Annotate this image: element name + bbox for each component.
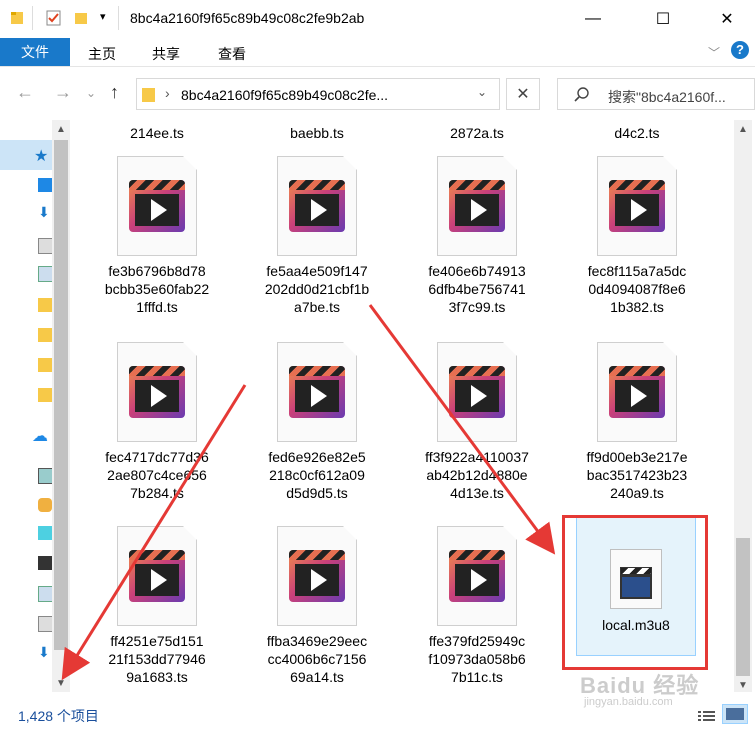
large-icons-view-icon[interactable] — [721, 704, 748, 724]
highlight-box-m3u8 — [562, 515, 708, 670]
file-name: ffba3469e29eec cc4006b6c7156 69a14.ts — [266, 633, 368, 685]
video-file-icon — [597, 341, 678, 442]
file-name: ff4251e75d151 21f153dd77946 9a1683.ts — [108, 633, 206, 685]
file-name: baebb.ts — [290, 125, 344, 141]
file-name: fec4717dc77d36 2ae807c4ce656 7b284.ts — [105, 449, 209, 501]
file-item[interactable]: ffba3469e29eec cc4006b6c7156 69a14.ts — [238, 525, 396, 686]
up-icon[interactable]: ↑ — [110, 82, 119, 103]
content-scrollbar-thumb[interactable] — [736, 538, 750, 676]
quick-access-dropdown-icon[interactable]: ▾ — [100, 10, 106, 23]
file-name: 2872a.ts — [450, 125, 504, 141]
video-file-icon — [117, 525, 198, 626]
desktop-icon[interactable] — [38, 178, 52, 192]
file-item[interactable]: baebb.ts — [238, 124, 396, 142]
file-item[interactable]: 2872a.ts — [398, 124, 556, 142]
file-name: fe3b6796b8d78 bcbb35e60fab22 1fffd.ts — [104, 263, 210, 315]
address-row: ← → ⌄ ↑ › 8bc4a2160f9f65c89b49c08c2fe...… — [0, 74, 755, 114]
clear-address-button[interactable]: ✕ — [506, 78, 540, 110]
nav-scrollbar-thumb[interactable] — [54, 140, 68, 650]
details-view-icon[interactable] — [696, 708, 718, 724]
file-name: ffe379fd25949c f10973da058b6 7b11c.ts — [428, 633, 526, 685]
close-icon: ✕ — [516, 86, 530, 103]
back-icon[interactable]: ← — [16, 82, 34, 103]
file-item[interactable]: fec4717dc77d36 2ae807c4ce656 7b284.ts — [78, 341, 236, 502]
file-item[interactable]: ff3f922a4110037 ab42b12d4880e 4d13e.ts — [398, 341, 556, 502]
help-icon[interactable]: ? — [731, 41, 749, 59]
title-bar: ▾ 8bc4a2160f9f65c89b49c08c2fe9b2ab — ☐ ✕ — [0, 0, 755, 38]
film-icon[interactable] — [38, 556, 52, 570]
search-placeholder: 搜索"8bc4a2160f... — [608, 89, 726, 105]
file-name: fed6e926e82e5 218c0cf612a09 d5d9d5.ts — [268, 449, 366, 501]
navigation-pane: ★ ⬇ ☁ ⬇ ▲ ▼ — [0, 120, 72, 692]
video-file-icon — [117, 341, 198, 442]
file-item[interactable]: ff9d00eb3e217e bac3517423b23 240a9.ts — [558, 341, 716, 502]
scroll-down-icon[interactable]: ▼ — [738, 680, 748, 691]
ribbon-tabs: 文件 主页 共享 查看 ﹀ ? — [0, 38, 755, 67]
file-name: fec8f115a7a5dc 0d4094087f8e6 1b382.ts — [587, 263, 687, 315]
3d-objects-icon[interactable] — [38, 498, 52, 512]
maximize-button[interactable]: ☐ — [640, 0, 686, 38]
address-path[interactable]: 8bc4a2160f9f65c89b49c08c2fe... — [181, 87, 388, 103]
scroll-up-icon[interactable]: ▲ — [56, 124, 66, 135]
file-item[interactable]: d4c2.ts — [558, 124, 716, 142]
video-file-icon — [437, 155, 518, 256]
file-item[interactable]: ff4251e75d151 21f153dd77946 9a1683.ts — [78, 525, 236, 686]
file-item[interactable]: fe3b6796b8d78 bcbb35e60fab22 1fffd.ts — [78, 155, 236, 316]
tab-file[interactable]: 文件 — [0, 38, 70, 66]
folder-icon[interactable] — [38, 298, 52, 312]
folder-icon[interactable] — [38, 388, 52, 402]
file-item[interactable]: ffe379fd25949c f10973da058b6 7b11c.ts — [398, 525, 556, 686]
downloads-icon[interactable]: ⬇ — [38, 644, 50, 661]
quick-access-star-icon[interactable]: ★ — [34, 146, 48, 166]
properties-icon[interactable] — [46, 10, 62, 26]
watermark-url: jingyan.baidu.com — [584, 696, 673, 708]
folder-icon[interactable] — [38, 358, 52, 372]
expand-ribbon-icon[interactable]: ﹀ — [708, 44, 720, 61]
search-icon — [574, 87, 589, 102]
file-name: fe5aa4e509f147 202dd0d21cbf1b a7be.ts — [264, 263, 370, 315]
breadcrumb-chevron-icon[interactable]: › — [165, 85, 170, 101]
file-item[interactable]: fed6e926e82e5 218c0cf612a09 d5d9d5.ts — [238, 341, 396, 502]
address-dropdown-icon[interactable]: ⌄ — [477, 85, 487, 99]
video-file-icon — [437, 525, 518, 626]
videos-icon[interactable] — [38, 526, 52, 540]
video-file-icon — [437, 341, 518, 442]
tab-view[interactable]: 查看 — [218, 44, 246, 64]
forward-icon[interactable]: → — [54, 82, 72, 103]
close-button[interactable]: ✕ — [704, 0, 750, 38]
minimize-button[interactable]: — — [570, 0, 616, 38]
address-bar[interactable]: › 8bc4a2160f9f65c89b49c08c2fe... ⌄ — [136, 78, 500, 110]
file-name: fe406e6b74913 6dfb4be756741 3f7c99.ts — [428, 263, 526, 315]
video-file-icon — [277, 525, 358, 626]
window-title: 8bc4a2160f9f65c89b49c08c2fe9b2ab — [130, 10, 365, 26]
video-file-icon — [117, 155, 198, 256]
onedrive-icon[interactable]: ☁ — [32, 426, 48, 446]
new-folder-icon[interactable] — [74, 10, 90, 26]
file-name: ff3f922a4110037 ab42b12d4880e 4d13e.ts — [425, 449, 529, 501]
file-name: d4c2.ts — [614, 125, 660, 141]
search-input[interactable]: 搜索"8bc4a2160f... — [557, 78, 755, 110]
folder-icon[interactable] — [38, 328, 52, 342]
video-file-icon — [277, 341, 358, 442]
folder-icon — [142, 88, 155, 102]
video-file-icon — [277, 155, 358, 256]
video-file-icon — [597, 155, 678, 256]
file-item[interactable]: fe406e6b74913 6dfb4be756741 3f7c99.ts — [398, 155, 556, 316]
tab-share[interactable]: 共享 — [152, 44, 180, 64]
item-count: 1,428 个项目 — [18, 708, 99, 724]
recent-locations-icon[interactable]: ⌄ — [86, 86, 96, 100]
file-item[interactable]: fe5aa4e509f147 202dd0d21cbf1b a7be.ts — [238, 155, 396, 316]
view-toggle — [696, 704, 748, 727]
file-item[interactable]: 214ee.ts — [78, 124, 236, 142]
file-item[interactable]: fec8f115a7a5dc 0d4094087f8e6 1b382.ts — [558, 155, 716, 316]
folder-icon — [11, 12, 23, 24]
scroll-up-icon[interactable]: ▲ — [738, 124, 748, 135]
file-name: 214ee.ts — [130, 125, 184, 141]
tab-home[interactable]: 主页 — [88, 44, 116, 64]
scroll-down-icon[interactable]: ▼ — [56, 678, 66, 689]
file-name: ff9d00eb3e217e bac3517423b23 240a9.ts — [586, 449, 688, 501]
downloads-icon[interactable]: ⬇ — [38, 204, 50, 221]
